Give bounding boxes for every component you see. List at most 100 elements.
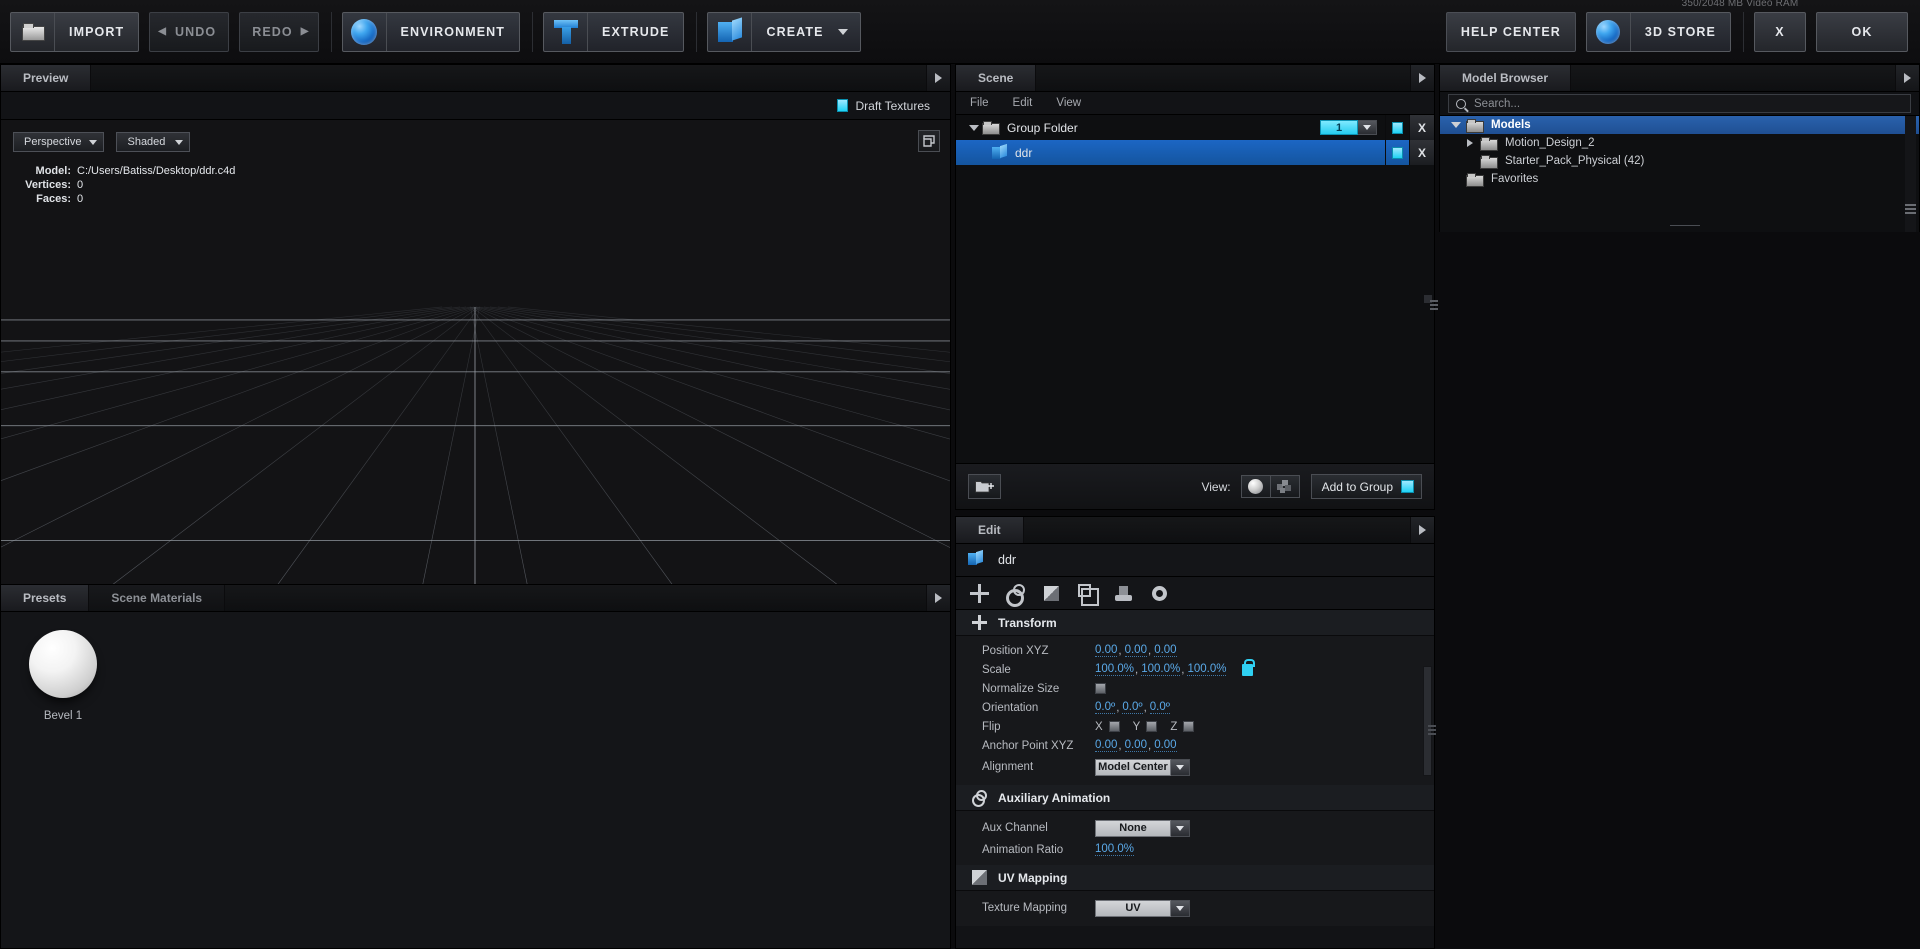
- alignment-dropdown[interactable]: Model Center: [1095, 758, 1171, 776]
- tab-scene-materials[interactable]: Scene Materials: [89, 585, 226, 611]
- texture-mapping-dropdown[interactable]: UV: [1095, 899, 1171, 917]
- list-item[interactable]: Models: [1440, 116, 1919, 134]
- transform-category-icon[interactable]: [970, 583, 989, 603]
- group-count-caret[interactable]: [1358, 120, 1377, 135]
- add-to-group-button[interactable]: Add to Group: [1310, 474, 1422, 499]
- section-header-uv-mapping[interactable]: UV Mapping: [956, 865, 1434, 891]
- animation-category-icon[interactable]: [1006, 583, 1025, 607]
- browser-scroll-grip[interactable]: [1905, 204, 1916, 214]
- create-button[interactable]: CREATE: [707, 11, 861, 52]
- property-row-scale: Scale 100.0%, 100.0%, 100.0%: [956, 658, 1434, 679]
- redo-button[interactable]: REDO ▶: [239, 11, 319, 52]
- application-window: 350/2048 MB Video RAM IMPORT ◀ UNDO REDO…: [0, 0, 1920, 949]
- table-row[interactable]: ddr X: [956, 140, 1434, 165]
- edit-panel-menu-button[interactable]: [1410, 517, 1434, 543]
- alignment-dropdown-caret[interactable]: [1171, 758, 1190, 776]
- visibility-toggle[interactable]: [1385, 115, 1409, 140]
- anchor-x-value[interactable]: 0.00: [1095, 739, 1118, 752]
- scene-panel-menu-button[interactable]: [1410, 65, 1434, 91]
- browser-search-row: Search...: [1440, 92, 1919, 116]
- orientation-y-value[interactable]: 0.0º: [1122, 701, 1143, 714]
- new-folder-button[interactable]: [968, 474, 1001, 499]
- orientation-x-value[interactable]: 0.0º: [1095, 701, 1116, 714]
- menu-edit[interactable]: Edit: [1013, 97, 1033, 109]
- material-item[interactable]: Bevel 1: [15, 630, 111, 722]
- material-name: Bevel 1: [43, 710, 83, 722]
- view-sphere-button[interactable]: [1240, 475, 1271, 498]
- aux-channel-dropdown[interactable]: None: [1095, 819, 1171, 837]
- position-y-value[interactable]: 0.00: [1124, 644, 1147, 657]
- help-center-button[interactable]: HELP CENTER: [1445, 11, 1576, 52]
- scale-z-value[interactable]: 100.0%: [1187, 663, 1227, 676]
- expand-toggle[interactable]: [1448, 122, 1464, 128]
- lock-icon[interactable]: [1242, 658, 1256, 676]
- property-row-position: Position XYZ 0.00, 0.00, 0.00: [982, 644, 1177, 657]
- expand-toggle[interactable]: [966, 124, 982, 131]
- layout-category-icon[interactable]: [1078, 583, 1099, 606]
- tab-presets[interactable]: Presets: [1, 585, 90, 611]
- list-item[interactable]: Starter_Pack_Physical (42): [1440, 152, 1919, 170]
- browser-resize-grip[interactable]: [1669, 225, 1700, 228]
- flip-x-checkbox[interactable]: [1108, 721, 1120, 732]
- anchor-z-value[interactable]: 0.00: [1154, 739, 1177, 752]
- ok-button[interactable]: OK: [1816, 11, 1908, 52]
- flip-y-checkbox[interactable]: [1146, 721, 1158, 732]
- browser-item-label: Motion_Design_2: [1505, 137, 1595, 149]
- menu-view[interactable]: View: [1056, 97, 1081, 109]
- gear-icon[interactable]: [1150, 584, 1169, 603]
- position-x-value[interactable]: 0.00: [1095, 644, 1118, 657]
- import-button[interactable]: IMPORT: [10, 11, 140, 52]
- group-count-field[interactable]: 1: [1320, 120, 1358, 135]
- anchor-y-value[interactable]: 0.00: [1124, 739, 1147, 752]
- expand-viewport-button[interactable]: [918, 130, 940, 152]
- panel-divider-grip-2[interactable]: [1428, 725, 1436, 737]
- environment-button[interactable]: ENVIRONMENT: [341, 11, 521, 52]
- material-category-icon[interactable]: [1114, 584, 1133, 603]
- undo-button[interactable]: ◀ UNDO: [149, 11, 230, 52]
- section-header-auxiliary-animation[interactable]: Auxiliary Animation: [956, 785, 1434, 811]
- list-item[interactable]: Motion_Design_2: [1440, 134, 1919, 152]
- tab-model-browser[interactable]: Model Browser: [1440, 65, 1572, 91]
- flip-z-checkbox[interactable]: [1183, 721, 1195, 732]
- 3d-store-button[interactable]: 3D STORE: [1585, 11, 1731, 52]
- visibility-toggle[interactable]: [1385, 140, 1409, 165]
- edit-scrollbar-thumb[interactable]: [1423, 666, 1432, 776]
- search-input[interactable]: Search...: [1448, 94, 1911, 113]
- scale-y-value[interactable]: 100.0%: [1141, 663, 1181, 676]
- list-item[interactable]: Favorites: [1440, 170, 1919, 188]
- tab-preview[interactable]: Preview: [1, 65, 92, 91]
- tab-scene[interactable]: Scene: [956, 65, 1037, 91]
- delete-row-button[interactable]: X: [1409, 140, 1434, 165]
- property-label: Scale: [982, 663, 1011, 676]
- orientation-z-value[interactable]: 0.0º: [1149, 701, 1170, 714]
- add-to-group-toggle[interactable]: [1401, 480, 1414, 493]
- draft-textures-checkbox[interactable]: [836, 99, 848, 112]
- scale-x-value[interactable]: 100.0%: [1095, 663, 1135, 676]
- browser-scrollbar[interactable]: [1905, 116, 1916, 232]
- camera-mode-dropdown[interactable]: Perspective: [13, 132, 105, 152]
- extrude-button[interactable]: EXTRUDE: [543, 11, 685, 52]
- close-button[interactable]: X: [1754, 11, 1806, 52]
- preview-panel-menu-button[interactable]: [926, 65, 950, 91]
- tab-edit[interactable]: Edit: [956, 517, 1024, 543]
- browser-tree: Models Motion_Design_2 Starter_Pack_Phys…: [1440, 116, 1919, 232]
- presets-panel-menu-button[interactable]: [926, 585, 950, 611]
- shading-mode-dropdown[interactable]: Shaded: [116, 132, 191, 152]
- model-info: Model: C:/Users/Batiss/Desktop/ddr.c4d Ve…: [15, 164, 235, 206]
- delete-row-button[interactable]: X: [1409, 115, 1434, 140]
- viewport[interactable]: Perspective Shaded Model: C:/Users/Batiss…: [1, 120, 950, 598]
- expand-toggle[interactable]: [1462, 139, 1478, 147]
- panel-divider-grip[interactable]: [1430, 300, 1438, 312]
- cube-icon: [968, 551, 986, 569]
- menu-file[interactable]: File: [970, 97, 989, 109]
- uv-mapping-category-icon[interactable]: [1042, 584, 1061, 603]
- texture-mapping-dropdown-caret[interactable]: [1171, 899, 1190, 917]
- view-cluster-button[interactable]: [1269, 475, 1300, 498]
- normalize-size-checkbox[interactable]: [1095, 683, 1106, 694]
- position-z-value[interactable]: 0.00: [1154, 644, 1177, 657]
- section-header-transform[interactable]: Transform: [956, 610, 1434, 636]
- browser-panel-menu-button[interactable]: [1895, 65, 1919, 91]
- aux-channel-dropdown-caret[interactable]: [1171, 819, 1190, 837]
- animation-ratio-value[interactable]: 100.0%: [1095, 843, 1135, 856]
- table-row[interactable]: Group Folder 1 X: [956, 115, 1434, 140]
